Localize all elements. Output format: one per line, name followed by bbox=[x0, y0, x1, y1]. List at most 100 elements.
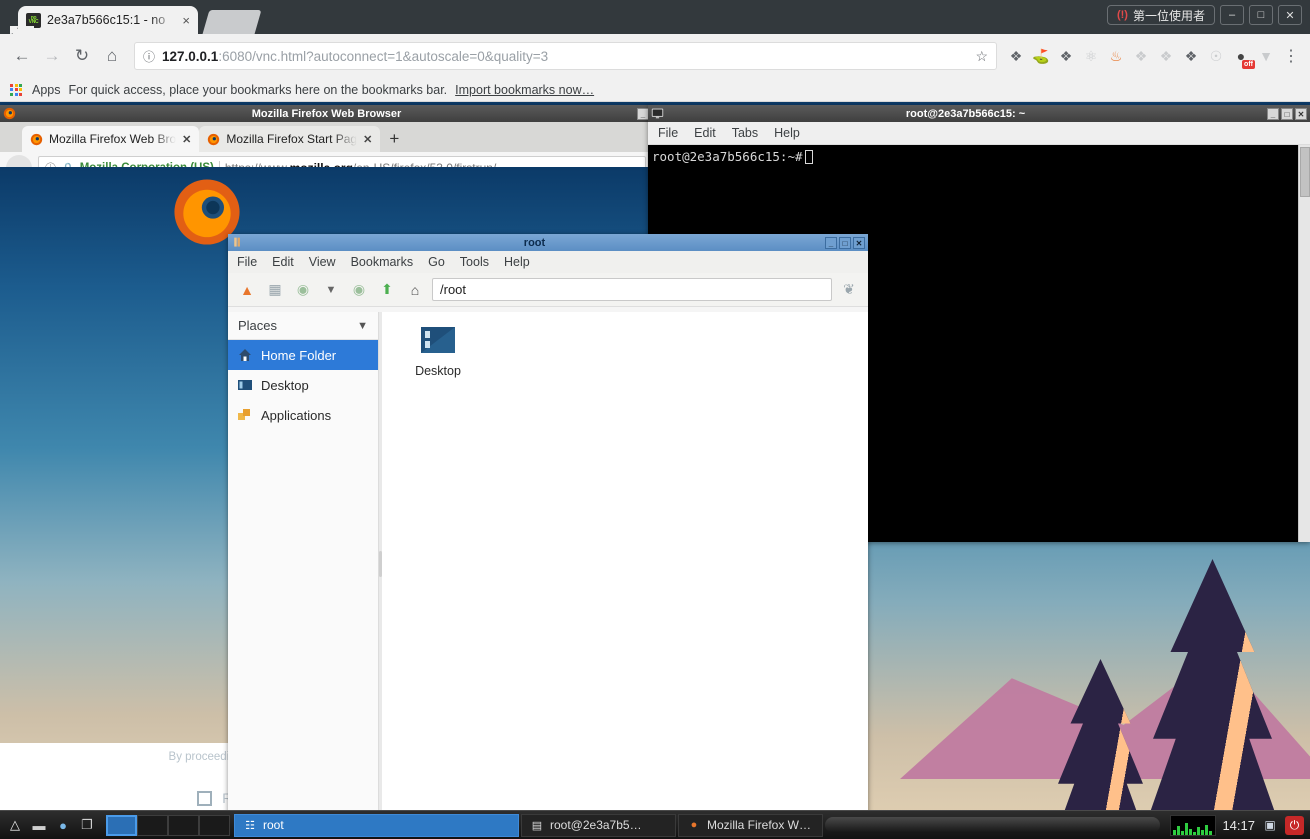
user-profile-button[interactable]: (!) 第一位使用者 bbox=[1107, 5, 1215, 25]
minimize-button[interactable]: – bbox=[1220, 5, 1244, 25]
import-bookmarks-link[interactable]: Import bookmarks now… bbox=[455, 83, 594, 97]
puzzle-icon[interactable]: ❖ bbox=[1005, 45, 1027, 67]
maximize-button[interactable]: □ bbox=[839, 237, 851, 249]
terminal-icon[interactable]: ▬ bbox=[29, 815, 49, 835]
profile-off-icon[interactable]: ●off bbox=[1230, 45, 1252, 67]
back-icon[interactable]: ← bbox=[8, 42, 36, 70]
home-icon[interactable]: ⌂ bbox=[404, 279, 426, 301]
forward-icon[interactable]: ◉ bbox=[348, 279, 370, 301]
taskbar-clock[interactable]: 14:17 bbox=[1222, 818, 1255, 833]
sidebar-item-applications[interactable]: Applications bbox=[228, 400, 378, 430]
workspace-1[interactable] bbox=[106, 815, 137, 836]
flame-icon[interactable]: ♨ bbox=[1105, 45, 1127, 67]
workspace-4[interactable] bbox=[199, 815, 230, 836]
warning-icon[interactable]: ▲ bbox=[236, 279, 258, 301]
sidebar-item-label: Home Folder bbox=[261, 348, 336, 363]
address-bar[interactable]: ⓘ 127.0.0.1:6080/vnc.html?autoconnect=1&… bbox=[134, 42, 997, 70]
atom-icon[interactable]: ⚛ bbox=[1080, 45, 1102, 67]
list-item-label: Desktop bbox=[415, 364, 461, 378]
minimize-button[interactable]: _ bbox=[825, 237, 837, 249]
menu-item-go[interactable]: Go bbox=[428, 255, 445, 269]
display-icon[interactable]: ▣ bbox=[1261, 816, 1279, 834]
chrome-tab[interactable]: noVNC 2e3a7b566c15:1 - no × bbox=[18, 6, 198, 34]
history-dropdown-icon[interactable]: ▼ bbox=[320, 279, 342, 301]
menu-item-bookmarks[interactable]: Bookmarks bbox=[351, 255, 414, 269]
puzzle-icon[interactable]: ❖ bbox=[1130, 45, 1152, 67]
address-bar-url: 127.0.0.1:6080/vnc.html?autoconnect=1&au… bbox=[162, 49, 548, 64]
view-toggle-icon[interactable]: ❦ bbox=[838, 279, 860, 301]
file-manager-titlebar[interactable]: root _ □ ✕ bbox=[228, 234, 868, 251]
firefox-icon bbox=[30, 133, 43, 146]
puzzle-icon[interactable]: ❖ bbox=[1180, 45, 1202, 67]
chevron-down-icon[interactable]: ▼ bbox=[1255, 45, 1277, 67]
reload-icon[interactable]: ↻ bbox=[68, 42, 96, 70]
list-item[interactable]: Desktop bbox=[396, 324, 480, 378]
firefox-tab-1[interactable]: Mozilla Firefox Web Bro ✕ bbox=[22, 126, 199, 152]
menu-item-tools[interactable]: Tools bbox=[460, 255, 489, 269]
close-icon[interactable]: ✕ bbox=[363, 133, 372, 146]
apps-grid-icon[interactable] bbox=[10, 84, 22, 96]
cpu-monitor-icon[interactable] bbox=[1170, 815, 1216, 836]
minimize-button[interactable]: _ bbox=[1267, 108, 1279, 120]
new-tab-button[interactable] bbox=[203, 10, 262, 34]
task-button-terminal[interactable]: ▤ root@2e3a7b5… bbox=[521, 814, 676, 837]
windows-icon[interactable]: ❐ bbox=[77, 815, 97, 835]
task-label: Mozilla Firefox W… bbox=[707, 818, 811, 832]
path-input[interactable]: /root bbox=[432, 278, 832, 301]
bookmark-star-icon[interactable]: ☆ bbox=[975, 48, 988, 65]
firefox-titlebar[interactable]: Mozilla Firefox Web Browser _ bbox=[0, 105, 652, 122]
up-icon[interactable]: ⬆ bbox=[376, 279, 398, 301]
maximize-button[interactable]: □ bbox=[1281, 108, 1293, 120]
home-icon[interactable]: ⌂ bbox=[98, 42, 126, 70]
sidebar-item-home-folder[interactable]: Home Folder bbox=[228, 340, 378, 370]
terminal-menubar: File Edit Tabs Help bbox=[648, 122, 1310, 145]
menu-item-file[interactable]: File bbox=[658, 126, 678, 140]
vnc-canvas[interactable]: ▶ Mozilla Firefox Web Browser _ bbox=[0, 102, 1310, 839]
menu-item-tabs[interactable]: Tabs bbox=[732, 126, 758, 140]
file-list[interactable]: Desktop bbox=[382, 312, 868, 816]
tab-label: Mozilla Firefox Start Pag bbox=[226, 132, 357, 146]
close-icon[interactable]: × bbox=[182, 13, 190, 28]
forward-icon[interactable]: → bbox=[38, 42, 66, 70]
close-button[interactable]: ✕ bbox=[853, 237, 865, 249]
menu-item-help[interactable]: Help bbox=[504, 255, 530, 269]
newsletter-checkbox[interactable] bbox=[197, 791, 212, 806]
chat-icon[interactable]: ☉ bbox=[1205, 45, 1227, 67]
power-icon[interactable]: ⏻ bbox=[1285, 816, 1304, 835]
file-manager-window[interactable]: root _ □ ✕ File Edit View Bookmarks Go T… bbox=[228, 234, 868, 839]
places-header[interactable]: Places ▼ bbox=[228, 312, 378, 340]
firefox-tab-2[interactable]: Mozilla Firefox Start Pag ✕ bbox=[199, 126, 380, 152]
task-button-file-manager[interactable]: ☷ root bbox=[234, 814, 519, 837]
puzzle-icon[interactable]: ❖ bbox=[1155, 45, 1177, 67]
pine-tree bbox=[1125, 559, 1300, 839]
task-button-firefox[interactable]: ● Mozilla Firefox W… bbox=[678, 814, 823, 837]
workspace-3[interactable] bbox=[168, 815, 199, 836]
menu-item-edit[interactable]: Edit bbox=[694, 126, 716, 140]
menu-item-view[interactable]: View bbox=[309, 255, 336, 269]
terminal-scrollbar[interactable] bbox=[1298, 145, 1310, 542]
close-icon[interactable]: ✕ bbox=[182, 133, 191, 146]
pane-splitter[interactable] bbox=[379, 312, 382, 816]
maximize-button[interactable]: □ bbox=[1249, 5, 1273, 25]
terminal-titlebar[interactable]: root@2e3a7b566c15: ~ _ □ ✕ bbox=[648, 105, 1310, 122]
back-icon[interactable]: ◉ bbox=[292, 279, 314, 301]
scrollbar-thumb[interactable] bbox=[1300, 147, 1310, 197]
apps-label[interactable]: Apps bbox=[32, 83, 61, 97]
chrome-menu-icon[interactable]: ⋮ bbox=[1280, 46, 1302, 66]
workspace-2[interactable] bbox=[137, 815, 168, 836]
chevron-down-icon[interactable]: ▼ bbox=[357, 320, 368, 332]
menu-icon[interactable]: △ bbox=[5, 815, 25, 835]
menu-item-file[interactable]: File bbox=[237, 255, 257, 269]
page-info-icon[interactable]: ⓘ bbox=[143, 48, 155, 65]
shield-icon[interactable]: ⛳ bbox=[1030, 45, 1052, 67]
new-tab-icon[interactable]: ▦ bbox=[264, 279, 286, 301]
new-tab-button[interactable]: + bbox=[380, 126, 408, 152]
workspace-switcher[interactable] bbox=[106, 815, 230, 836]
menu-item-edit[interactable]: Edit bbox=[272, 255, 294, 269]
close-button[interactable]: ✕ bbox=[1295, 108, 1307, 120]
browser-icon[interactable]: ● bbox=[53, 815, 73, 835]
puzzle-icon[interactable]: ❖ bbox=[1055, 45, 1077, 67]
menu-item-help[interactable]: Help bbox=[774, 126, 800, 140]
close-button[interactable]: ✕ bbox=[1278, 5, 1302, 25]
sidebar-item-desktop[interactable]: Desktop bbox=[228, 370, 378, 400]
